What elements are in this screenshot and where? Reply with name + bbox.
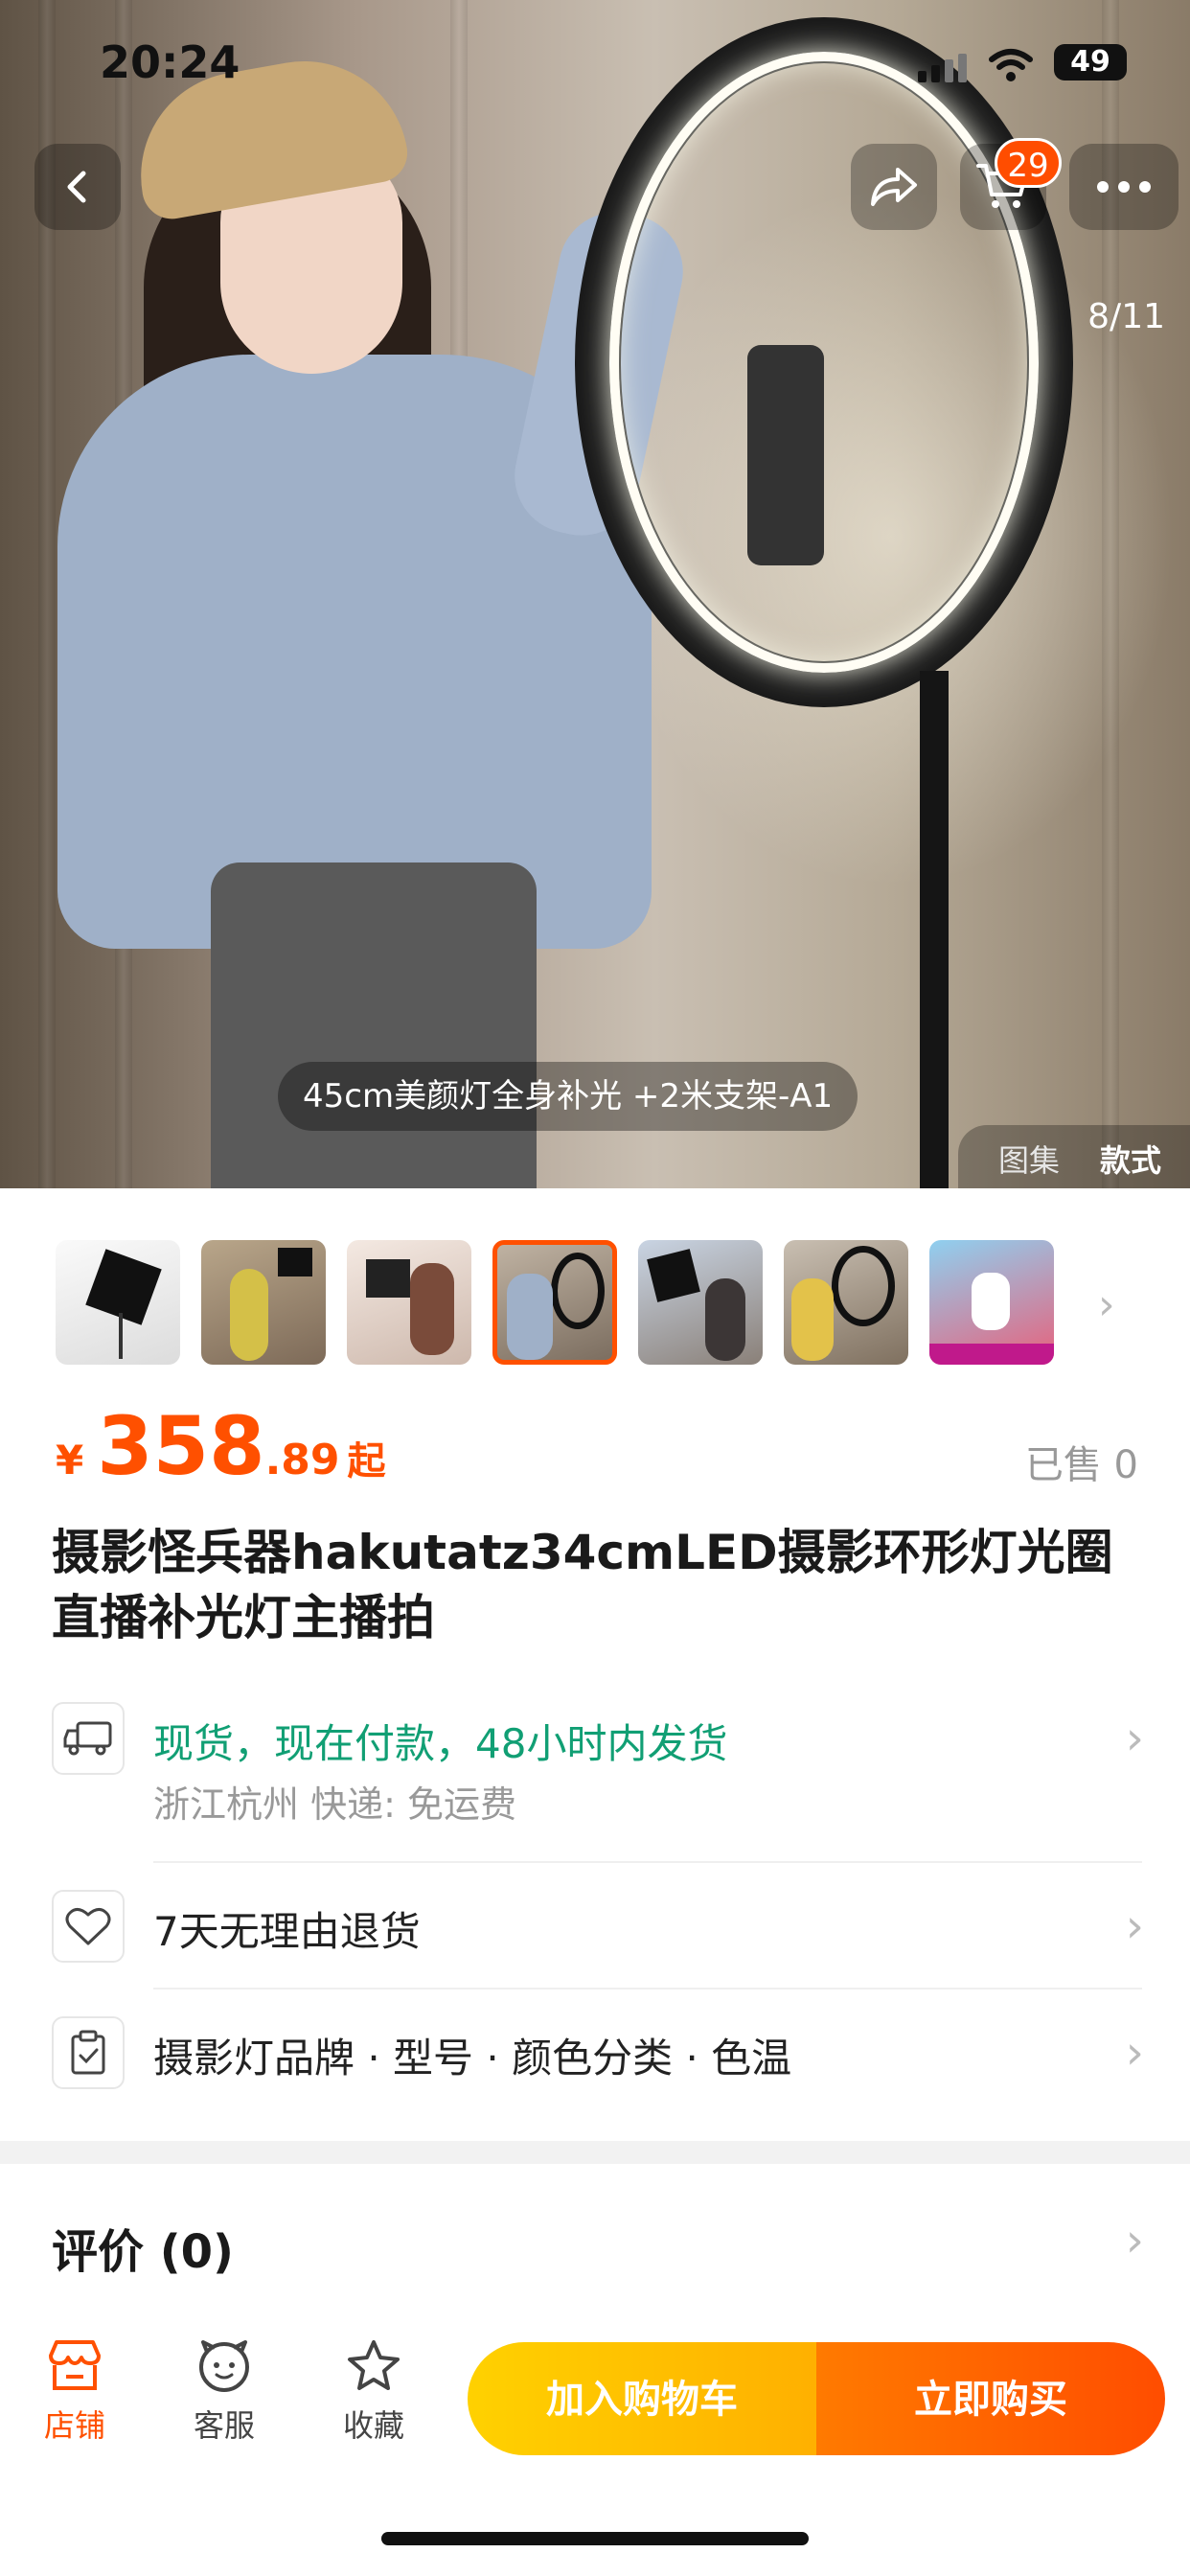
price-decimal: .89 xyxy=(264,1436,340,1484)
cart-count-badge: 29 xyxy=(995,138,1062,188)
price-integer: 358 xyxy=(97,1399,265,1493)
store-tab[interactable]: 店铺 xyxy=(17,2338,132,2446)
store-icon xyxy=(49,2340,101,2390)
favorite-tab[interactable]: 收藏 xyxy=(316,2338,431,2446)
divider xyxy=(153,1988,1142,1990)
thumbnail-selected[interactable] xyxy=(492,1240,617,1365)
thumbnail[interactable] xyxy=(638,1240,763,1365)
chevron-right-icon: › xyxy=(1125,2214,1144,2267)
image-caption: 45cm美颜灯全身补光 +2米支架-A1 xyxy=(278,1062,858,1131)
thumbnails-chevron-right-icon[interactable]: › xyxy=(1098,1280,1115,1329)
tab-gallery[interactable]: 图集 xyxy=(998,1137,1060,1181)
star-icon xyxy=(348,2340,400,2390)
share-icon xyxy=(871,168,917,206)
truck-icon xyxy=(52,1702,125,1775)
thumbnail[interactable] xyxy=(784,1240,908,1365)
status-time: 20:24 xyxy=(100,36,240,88)
sold-count: 已售 0 xyxy=(1024,1443,1138,1487)
section-divider xyxy=(0,2141,1190,2164)
divider xyxy=(153,1861,1142,1863)
more-dots-icon xyxy=(1097,181,1151,193)
price-currency: ¥ xyxy=(56,1437,84,1484)
model-jeans xyxy=(211,862,537,1188)
image-counter: 8/11 xyxy=(1087,297,1165,336)
thumbnail[interactable] xyxy=(56,1240,180,1365)
home-indicator xyxy=(381,2532,809,2545)
customer-service-label: 客服 xyxy=(193,2407,255,2444)
share-button[interactable] xyxy=(851,144,937,230)
chevron-left-icon xyxy=(67,171,86,203)
product-title: 摄影怪兵器hakutatz34cmLED摄影环形灯光圈直播补光灯主播拍 xyxy=(52,1525,1113,1645)
customer-service-icon xyxy=(199,2340,249,2392)
back-button[interactable] xyxy=(34,144,121,230)
buy-now-button[interactable]: 立即购买 xyxy=(816,2342,1165,2455)
gallery-tabs: 图集 款式 xyxy=(958,1125,1190,1188)
price-suffix: 起 xyxy=(347,1439,386,1484)
battery-icon: 49 xyxy=(1054,44,1127,80)
add-to-cart-button[interactable]: 加入购物车 xyxy=(468,2342,816,2455)
reviews-title: 评价 (0) xyxy=(52,2225,234,2279)
chevron-right-icon: › xyxy=(1125,1899,1144,1953)
thumbnail[interactable] xyxy=(201,1240,326,1365)
shipping-sub: 浙江杭州 快递: 免运费 xyxy=(153,1783,516,1826)
tab-style[interactable]: 款式 xyxy=(1100,1137,1161,1181)
heart-icon xyxy=(52,1890,125,1963)
params-text: 摄影灯品牌 · 型号 · 颜色分类 · 色温 xyxy=(153,2035,792,2082)
returns-text: 7天无理由退货 xyxy=(153,1908,421,1955)
wifi-icon xyxy=(989,49,1033,81)
more-button[interactable] xyxy=(1069,144,1179,230)
light-stand xyxy=(920,671,949,1188)
store-label: 店铺 xyxy=(43,2407,105,2444)
thumbnail[interactable] xyxy=(929,1240,1054,1365)
chevron-right-icon: › xyxy=(1125,2026,1144,2080)
clipboard-icon xyxy=(52,2016,125,2089)
price: ¥358.89 起 xyxy=(56,1399,386,1493)
thumbnail[interactable] xyxy=(347,1240,471,1365)
customer-service-tab[interactable]: 客服 xyxy=(167,2338,282,2446)
phone-holder xyxy=(747,345,824,565)
shipping-main: 现货，现在付款，48小时内发货 xyxy=(153,1720,728,1767)
chevron-right-icon: › xyxy=(1125,1712,1144,1765)
favorite-label: 收藏 xyxy=(342,2407,404,2444)
